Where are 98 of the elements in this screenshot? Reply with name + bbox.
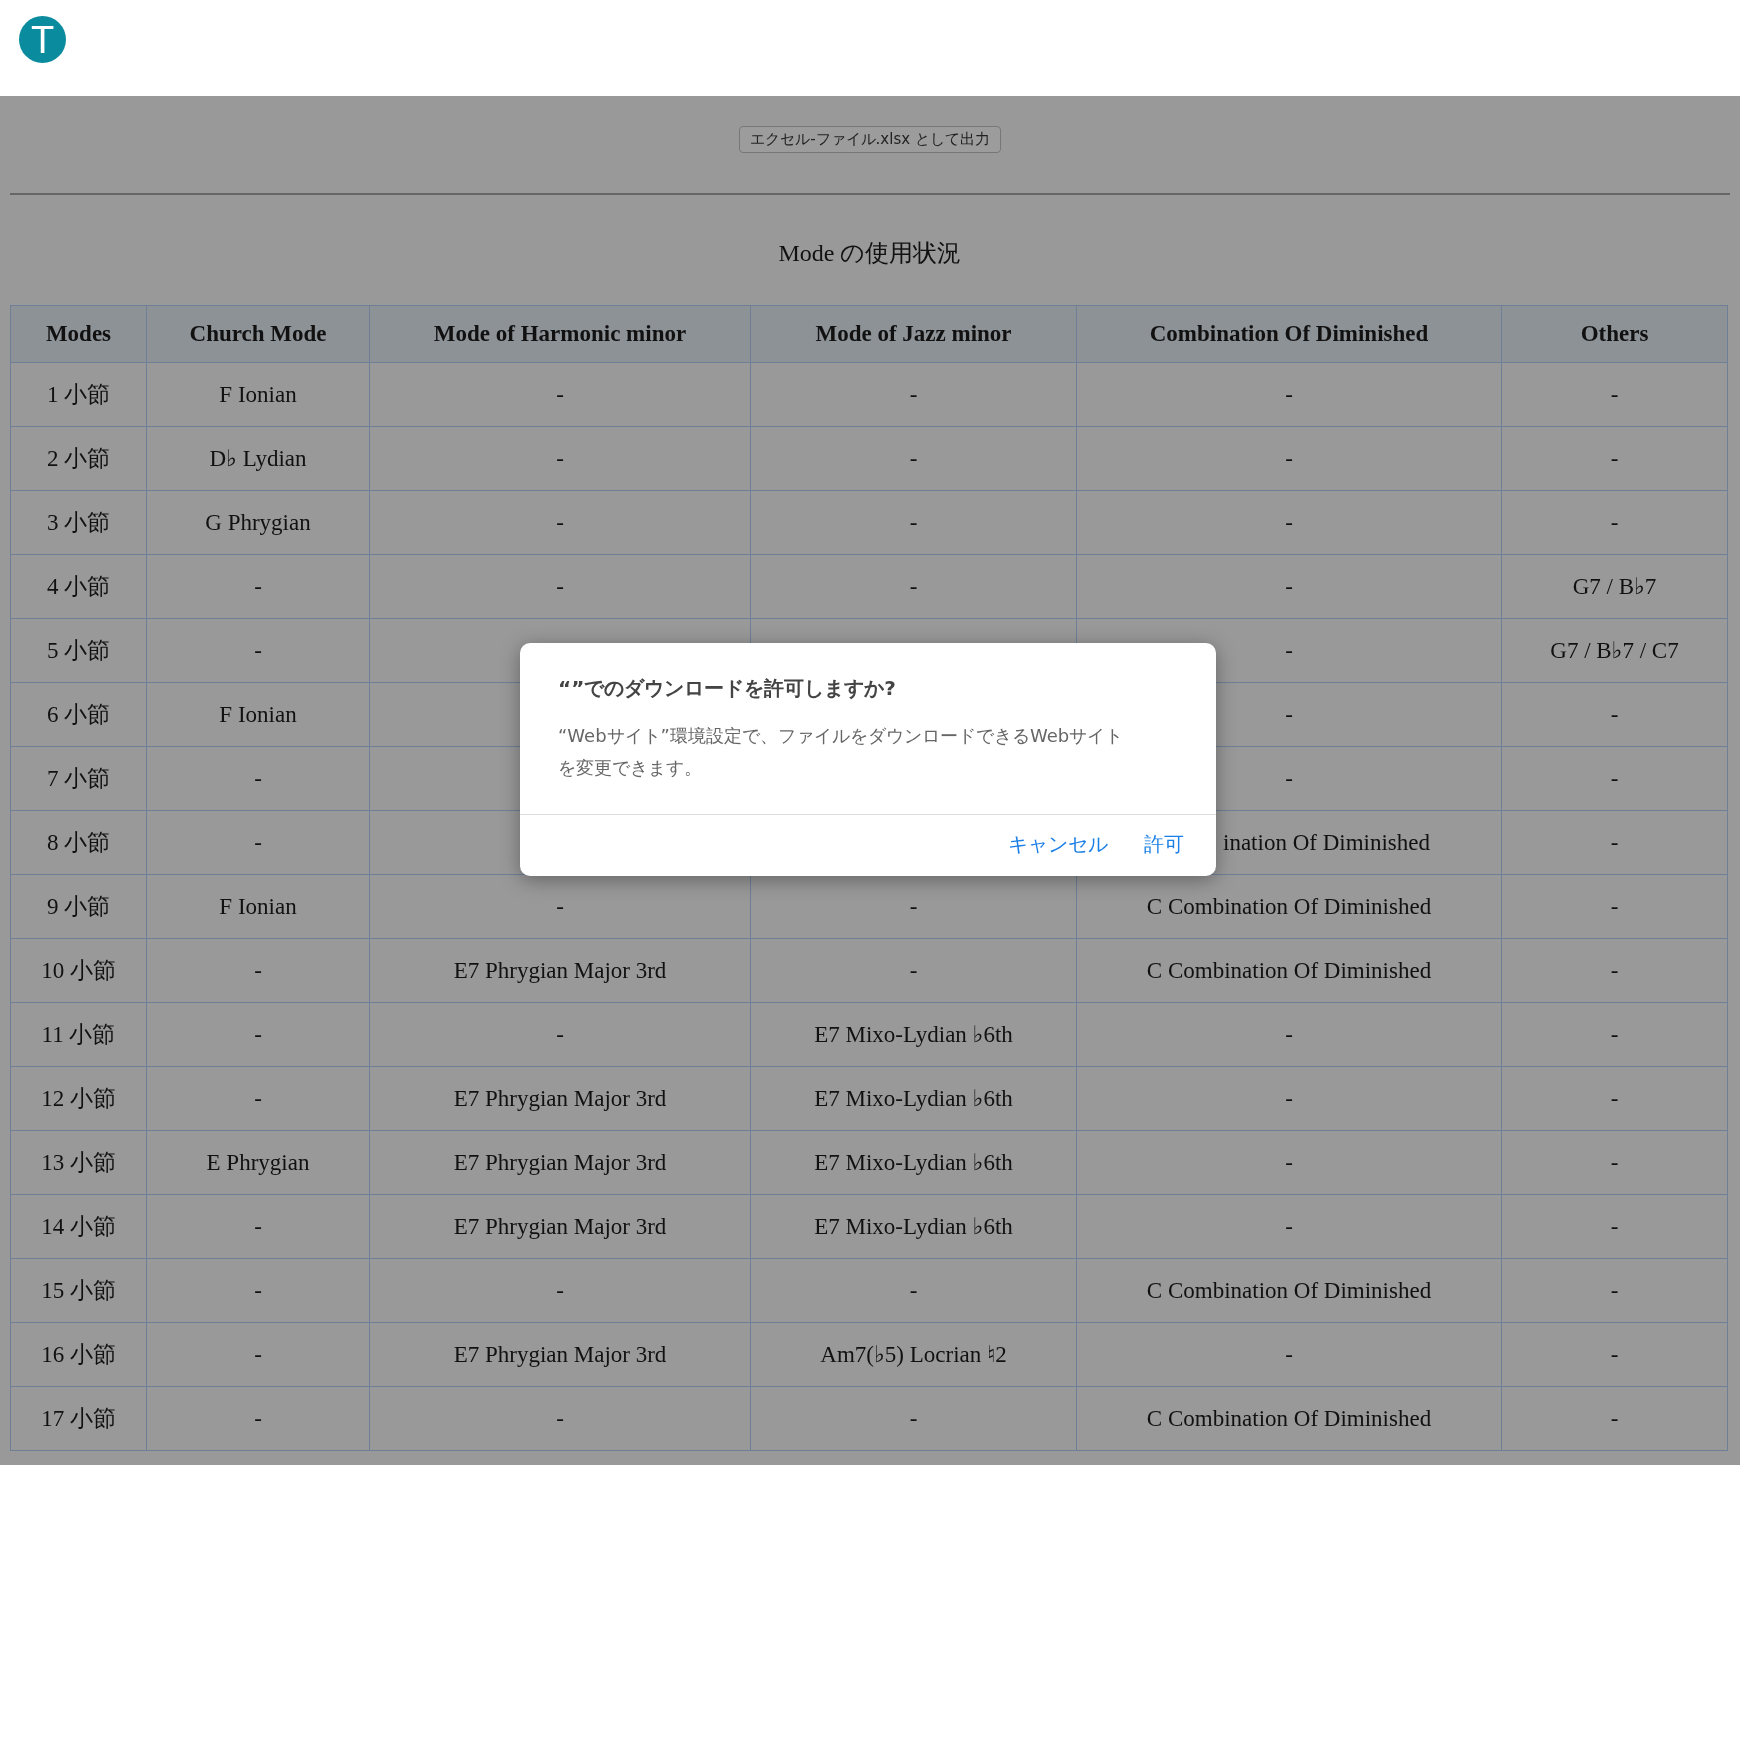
table-cell: F Ionian <box>146 362 370 427</box>
table-cell: 15 小節 <box>10 1258 147 1323</box>
table-cell: - <box>1501 1194 1728 1259</box>
table-cell: 5 小節 <box>10 618 147 683</box>
table-cell: - <box>1501 810 1728 875</box>
table-cell: 6 小節 <box>10 682 147 747</box>
table-cell: - <box>369 1258 751 1323</box>
table-cell: E7 Phrygian Major 3rd <box>369 1066 751 1131</box>
table-cell: - <box>146 1002 370 1067</box>
table-cell: D♭ Lydian <box>146 426 370 491</box>
table-cell: - <box>369 490 751 555</box>
table-cell: 7 小節 <box>10 746 147 811</box>
table-cell: - <box>1076 362 1502 427</box>
table-cell: E7 Phrygian Major 3rd <box>369 1322 751 1387</box>
table-cell: Am7(♭5) Locrian ♮2 <box>750 1322 1077 1387</box>
table-cell: G Phrygian <box>146 490 370 555</box>
column-header: Mode of Harmonic minor <box>369 305 751 363</box>
table-cell: 10 小節 <box>10 938 147 1003</box>
table-cell: E7 Phrygian Major 3rd <box>369 1194 751 1259</box>
table-cell: - <box>750 362 1077 427</box>
dialog-title: “”でのダウンロードを許可しますか? <box>557 675 897 702</box>
table-cell: 3 小節 <box>10 490 147 555</box>
table-cell: - <box>369 1386 751 1451</box>
table-cell: - <box>750 938 1077 1003</box>
table-cell: 16 小節 <box>10 1322 147 1387</box>
column-header: Mode of Jazz minor <box>750 305 1077 363</box>
table-cell: - <box>1076 426 1502 491</box>
table-cell: 14 小節 <box>10 1194 147 1259</box>
table-cell: - <box>1501 1258 1728 1323</box>
table-cell: 4 小節 <box>10 554 147 619</box>
table-cell: - <box>1501 426 1728 491</box>
table-cell: - <box>1501 1130 1728 1195</box>
table-cell: - <box>1076 1194 1502 1259</box>
table-cell: 2 小節 <box>10 426 147 491</box>
table-cell: F Ionian <box>146 874 370 939</box>
table-cell: 8 小節 <box>10 810 147 875</box>
table-cell: - <box>1501 490 1728 555</box>
table-cell: - <box>146 1322 370 1387</box>
table-cell: - <box>146 1066 370 1131</box>
table-cell: 11 小節 <box>10 1002 147 1067</box>
table-cell: E Phrygian <box>146 1130 370 1195</box>
table-cell: - <box>1501 1386 1728 1451</box>
table-cell: E7 Mixo-Lydian ♭6th <box>750 1066 1077 1131</box>
table-cell: 9 小節 <box>10 874 147 939</box>
table-cell: - <box>146 1194 370 1259</box>
allow-button[interactable]: 許可 <box>1136 827 1192 862</box>
table-cell: - <box>146 1386 370 1451</box>
table-cell: - <box>1501 1066 1728 1131</box>
table-cell: E7 Phrygian Major 3rd <box>369 1130 751 1195</box>
table-cell: 17 小節 <box>10 1386 147 1451</box>
column-header: Modes <box>10 305 147 363</box>
table-cell: - <box>369 1002 751 1067</box>
table-cell: E7 Phrygian Major 3rd <box>369 938 751 1003</box>
table-cell: - <box>146 554 370 619</box>
column-header: Others <box>1501 305 1728 363</box>
table-cell: - <box>1076 1322 1502 1387</box>
table-cell: - <box>1076 490 1502 555</box>
table-cell: - <box>146 938 370 1003</box>
table-cell: C Combination Of Diminished <box>1076 938 1502 1003</box>
table-cell: - <box>1501 1322 1728 1387</box>
table-cell: 13 小節 <box>10 1130 147 1195</box>
table-cell: E7 Mixo-Lydian ♭6th <box>750 1002 1077 1067</box>
table-cell: C Combination Of Diminished <box>1076 1258 1502 1323</box>
table-cell: - <box>1076 1066 1502 1131</box>
table-cell: - <box>1076 1130 1502 1195</box>
table-cell: - <box>750 426 1077 491</box>
table-cell: - <box>750 490 1077 555</box>
table-cell: - <box>1501 1002 1728 1067</box>
table-cell: E7 Mixo-Lydian ♭6th <box>750 1130 1077 1195</box>
table-cell: 12 小節 <box>10 1066 147 1131</box>
table-cell: C Combination Of Diminished <box>1076 1386 1502 1451</box>
table-cell: - <box>369 554 751 619</box>
table-cell: - <box>1076 554 1502 619</box>
table-cell: - <box>1501 874 1728 939</box>
table-title: Mode の使用状況 <box>777 239 963 268</box>
table-cell: - <box>146 618 370 683</box>
export-button[interactable]: エクセル-ファイル.xlsx として出力 <box>739 126 1001 153</box>
table-cell: - <box>1501 938 1728 1003</box>
table-cell: - <box>146 1258 370 1323</box>
table-cell: - <box>1501 746 1728 811</box>
table-cell: E7 Mixo-Lydian ♭6th <box>750 1194 1077 1259</box>
table-cell: - <box>750 1386 1077 1451</box>
table-cell: - <box>1501 682 1728 747</box>
table-cell: G7 / B♭7 / C7 <box>1501 618 1728 683</box>
table-cell: - <box>369 426 751 491</box>
table-cell: - <box>1501 362 1728 427</box>
table-cell: G7 / B♭7 <box>1501 554 1728 619</box>
logo-icon[interactable]: T <box>19 16 66 63</box>
table-cell: - <box>146 810 370 875</box>
table-cell: 1 小節 <box>10 362 147 427</box>
column-header: Church Mode <box>146 305 370 363</box>
table-cell: F Ionian <box>146 682 370 747</box>
column-header: Combination Of Diminished <box>1076 305 1502 363</box>
table-cell: - <box>750 554 1077 619</box>
table-cell: - <box>369 362 751 427</box>
table-cell: - <box>1076 1002 1502 1067</box>
table-cell: - <box>750 1258 1077 1323</box>
table-cell: - <box>146 746 370 811</box>
